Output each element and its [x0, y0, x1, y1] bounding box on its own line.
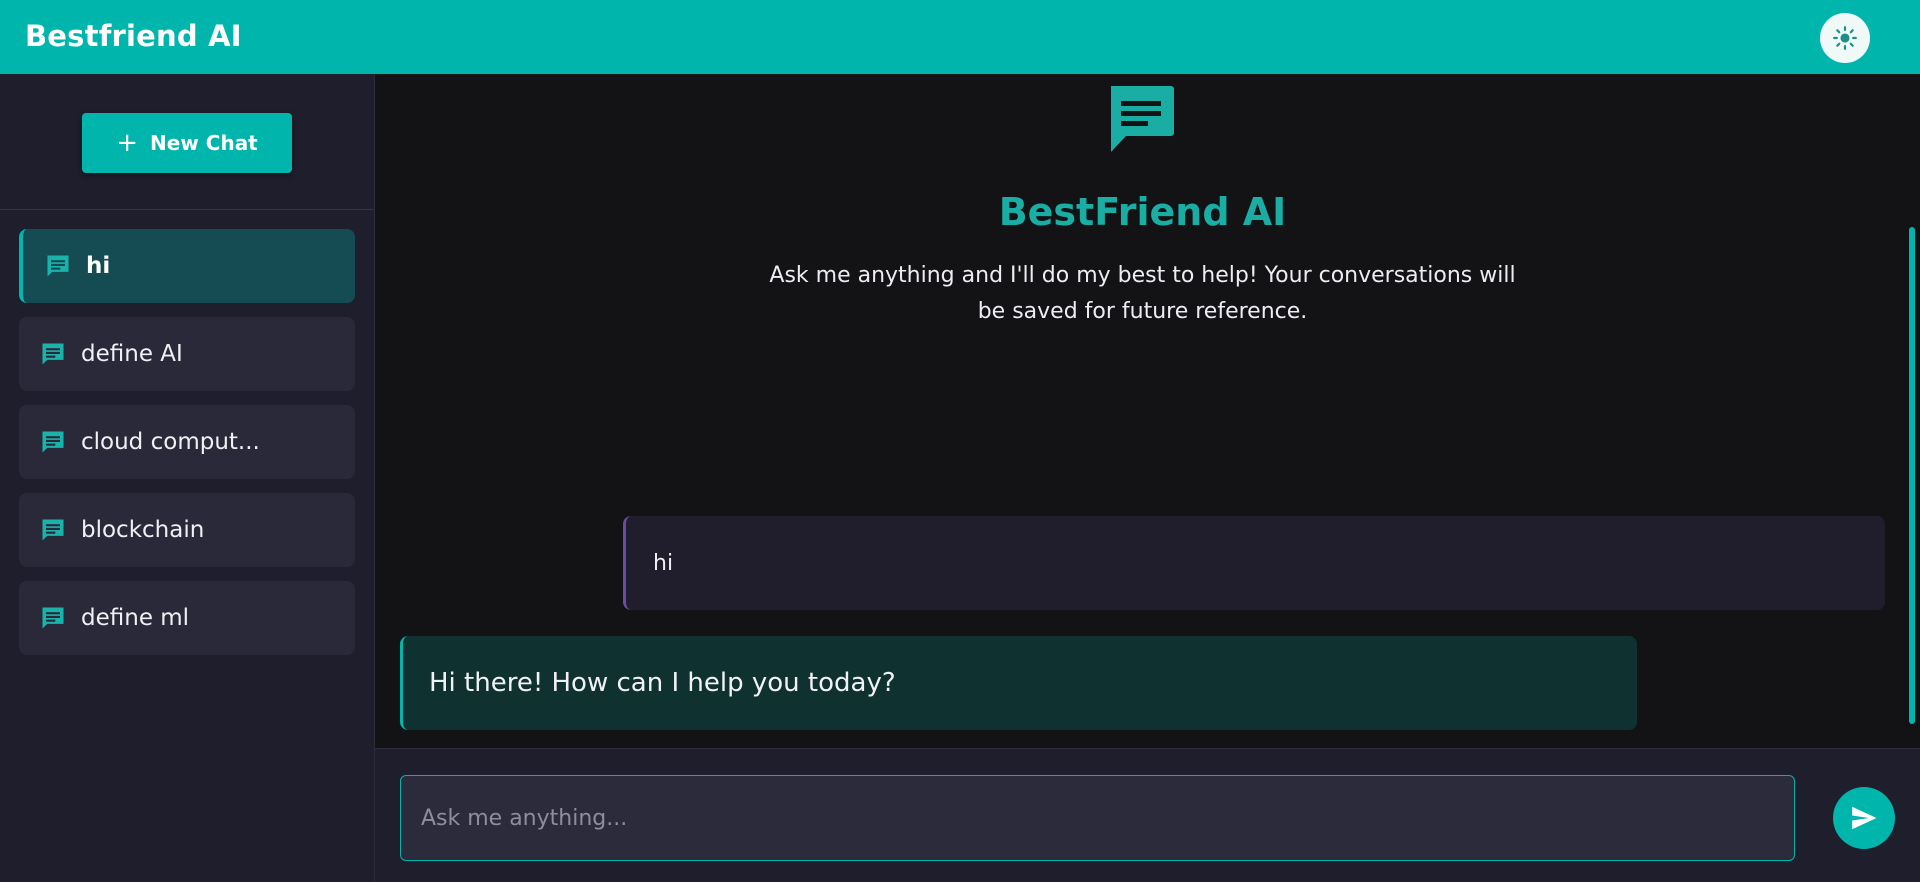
- new-chat-label: New Chat: [150, 131, 258, 155]
- chat-history-label: cloud comput...: [81, 429, 260, 455]
- new-chat-button[interactable]: + New Chat: [82, 113, 292, 173]
- chat-history-label: blockchain: [81, 517, 205, 543]
- chat-history-item[interactable]: define AI: [19, 317, 355, 391]
- chat-history-item[interactable]: hi: [19, 229, 355, 303]
- chat-history-item[interactable]: cloud comput...: [19, 405, 355, 479]
- sidebar: + New Chat hi define AI cloud comput... …: [0, 74, 375, 882]
- chat-icon: [42, 607, 64, 629]
- user-message: hi: [623, 516, 1885, 610]
- chat-history-label: hi: [86, 253, 111, 279]
- top-bar: Bestfriend AI: [0, 0, 1920, 74]
- theme-toggle-button[interactable]: [1820, 13, 1870, 63]
- message-input[interactable]: [400, 775, 1795, 861]
- sun-icon: [1833, 26, 1857, 50]
- welcome-title: BestFriend AI: [998, 190, 1287, 234]
- app-title: Bestfriend AI: [25, 19, 242, 53]
- send-button[interactable]: [1833, 787, 1895, 849]
- chat-icon: [47, 255, 69, 277]
- message-text: Hi there! How can I help you today?: [429, 668, 896, 698]
- chat-history-label: define ml: [81, 605, 190, 631]
- assistant-message: Hi there! How can I help you today?: [400, 636, 1637, 730]
- chat-history-label: define AI: [81, 341, 183, 367]
- scrollbar[interactable]: [1909, 227, 1915, 724]
- welcome-subtitle: Ask me anything and I'll do my best to h…: [769, 263, 1516, 324]
- send-icon: [1852, 806, 1877, 830]
- chat-history-list: hi define AI cloud comput... blockchain …: [19, 229, 355, 669]
- chat-icon: [42, 519, 64, 541]
- message-text: hi: [653, 550, 674, 576]
- chat-history-item[interactable]: define ml: [19, 581, 355, 655]
- chat-icon: [42, 431, 64, 453]
- sidebar-divider: [0, 209, 374, 210]
- chat-panel: BestFriend AI Ask me anything and I'll d…: [375, 74, 1920, 748]
- chat-bubble-icon: [1111, 86, 1174, 152]
- plus-icon: +: [116, 128, 139, 158]
- chat-history-item[interactable]: blockchain: [19, 493, 355, 567]
- chat-icon: [42, 343, 64, 365]
- composer: [375, 748, 1920, 882]
